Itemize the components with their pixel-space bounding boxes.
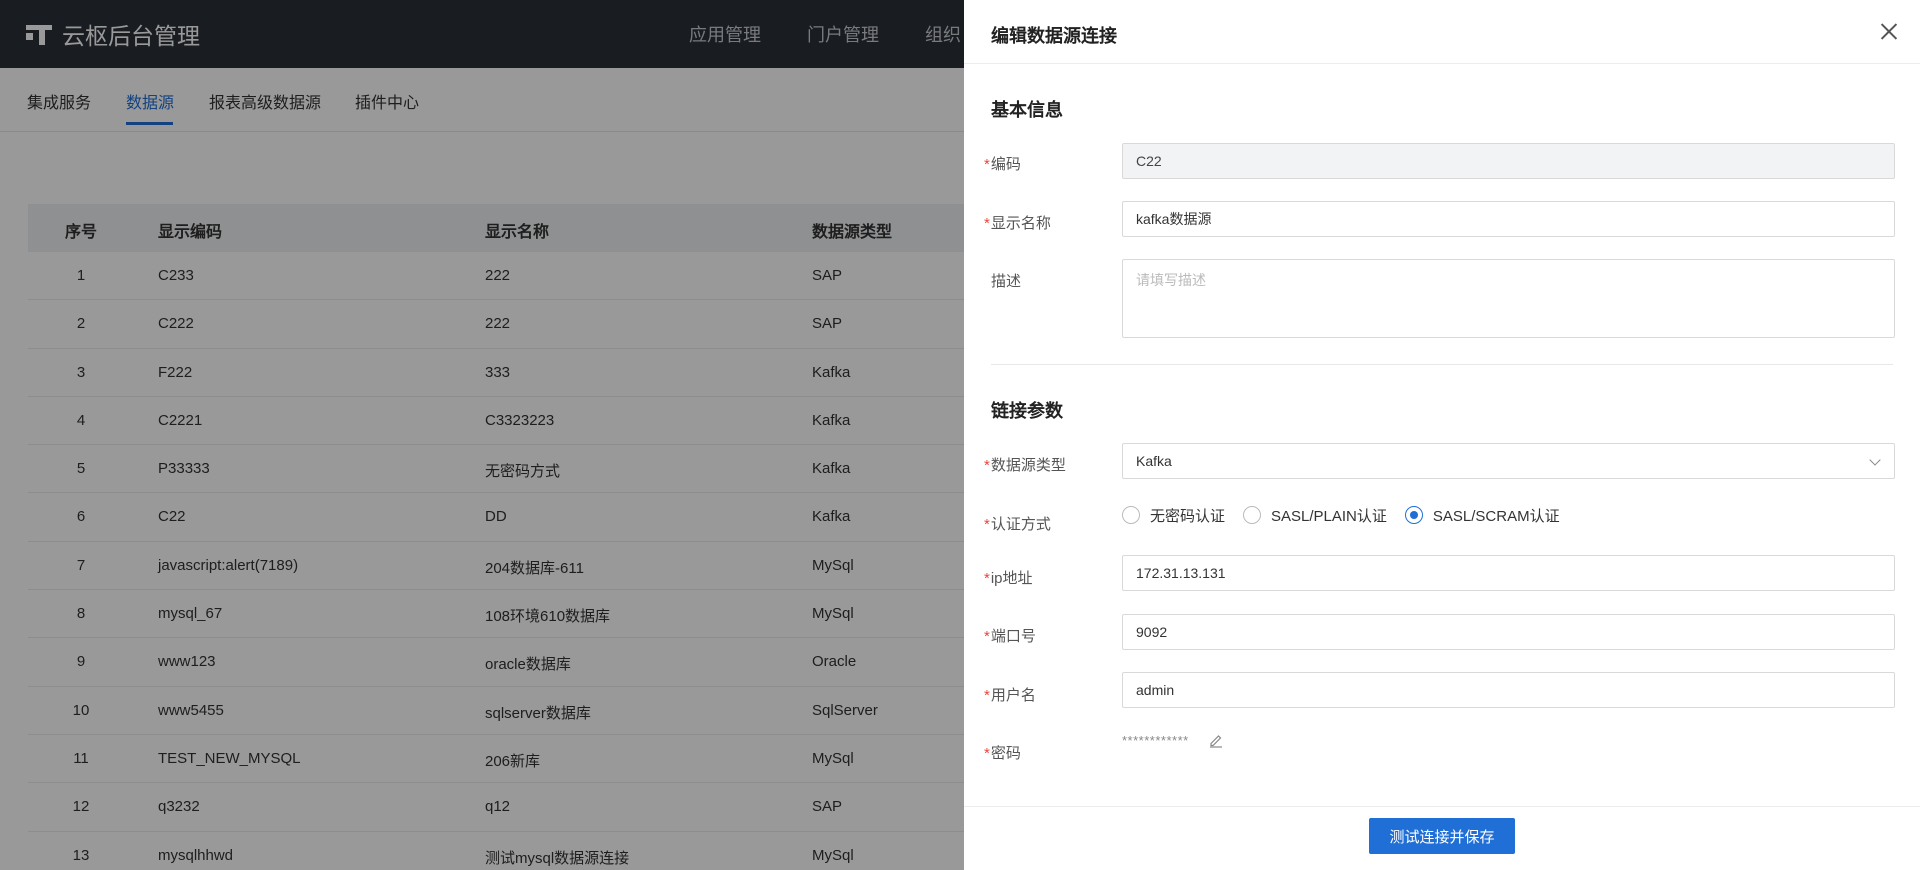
section-title-connection-params: 链接参数 xyxy=(991,401,1063,421)
drawer-footer: 测试连接并保存 xyxy=(964,806,1920,870)
auth-radio-sasl-scram[interactable]: SASL/SCRAM认证 xyxy=(1404,505,1560,526)
chevron-down-icon xyxy=(1869,454,1881,466)
drawer-title: 编辑数据源连接 xyxy=(991,26,1117,46)
close-icon[interactable] xyxy=(1881,23,1897,39)
description-field[interactable] xyxy=(1122,259,1895,338)
auth-radio-sasl-plain[interactable]: SASL/PLAIN认证 xyxy=(1243,505,1387,526)
radio-circle[interactable] xyxy=(1243,506,1262,524)
edit-data-source-drawer: 编辑数据源连接 基本信息 *编码 *显示名称 描述 链接参数 *数据源类型 Ka… xyxy=(964,0,1920,870)
section-title-basic-info: 基本信息 xyxy=(991,100,1063,120)
auth-method-radio-group: 无密码认证 SASL/PLAIN认证 SASL/SCRAM认证 xyxy=(1122,503,1578,527)
display-name-label: *显示名称 xyxy=(984,215,1051,232)
username-label: *用户名 xyxy=(984,687,1036,704)
radio-circle[interactable] xyxy=(1122,506,1140,524)
username-field[interactable] xyxy=(1122,672,1895,708)
port-label: *端口号 xyxy=(984,628,1036,645)
drawer-header: 编辑数据源连接 xyxy=(964,0,1920,64)
section-divider xyxy=(991,364,1893,365)
code-field xyxy=(1122,143,1895,179)
ip-address-label: *ip地址 xyxy=(984,570,1033,587)
password-label: *密码 xyxy=(984,745,1021,762)
code-label: *编码 xyxy=(984,156,1021,173)
auth-radio-no-password[interactable]: 无密码认证 xyxy=(1122,505,1225,526)
radio-circle-checked[interactable] xyxy=(1404,506,1423,524)
auth-method-label: *认证方式 xyxy=(984,516,1051,533)
password-masked-value: ************ xyxy=(1122,733,1189,748)
display-name-field[interactable] xyxy=(1122,201,1895,237)
data-source-type-select[interactable]: Kafka xyxy=(1122,443,1895,479)
data-source-type-label: *数据源类型 xyxy=(984,457,1066,474)
test-connection-and-save-button[interactable]: 测试连接并保存 xyxy=(1369,818,1515,854)
ip-address-field[interactable] xyxy=(1122,555,1895,591)
pencil-edit-icon[interactable] xyxy=(1208,732,1224,748)
description-label: 描述 xyxy=(991,273,1022,290)
data-source-type-value: Kafka xyxy=(1136,453,1172,469)
port-field[interactable] xyxy=(1122,614,1895,650)
